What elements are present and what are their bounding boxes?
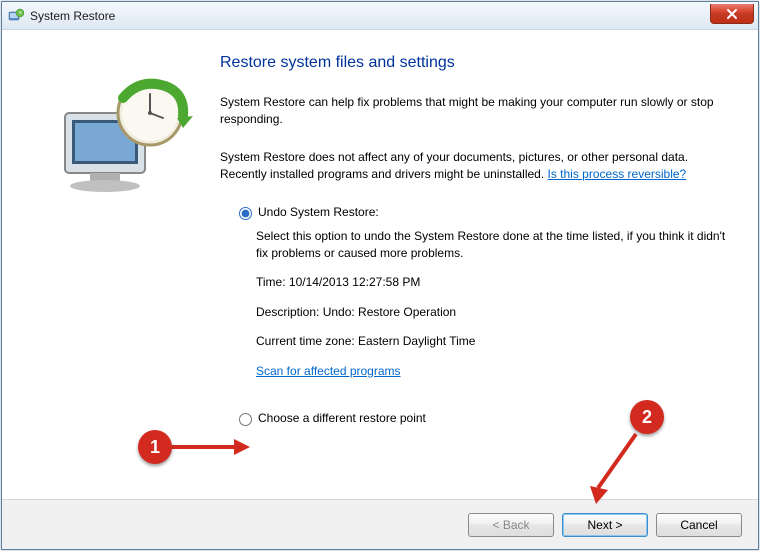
back-button[interactable]: < Back — [468, 513, 554, 537]
undo-description: Select this option to undo the System Re… — [256, 228, 730, 263]
undo-time: Time: 10/14/2013 12:27:58 PM — [256, 274, 730, 291]
undo-desc-line: Description: Undo: Restore Operation — [256, 304, 730, 321]
annotation-arrow-2 — [586, 430, 642, 506]
radio-undo[interactable] — [239, 207, 252, 220]
undo-tz: Current time zone: Eastern Daylight Time — [256, 333, 730, 350]
button-bar: < Back Next > Cancel — [2, 499, 758, 549]
annotation-arrow-1 — [172, 435, 252, 459]
annotation-badge-1: 1 — [138, 430, 172, 464]
wizard-image — [30, 54, 210, 499]
close-button[interactable] — [710, 4, 754, 24]
page-heading: Restore system files and settings — [220, 54, 730, 72]
radio-different[interactable] — [239, 413, 252, 426]
scan-affected-link[interactable]: Scan for affected programs — [256, 364, 401, 378]
radio-different-label: Choose a different restore point — [258, 411, 426, 425]
cancel-button[interactable]: Cancel — [656, 513, 742, 537]
next-button[interactable]: Next > — [562, 513, 648, 537]
radio-undo-label: Undo System Restore: — [258, 205, 379, 219]
option-undo-details: Select this option to undo the System Re… — [256, 228, 730, 380]
annotation-badge-2: 2 — [630, 400, 664, 434]
warning-text: System Restore does not affect any of yo… — [220, 149, 730, 184]
intro-text: System Restore can help fix problems tha… — [220, 94, 730, 129]
option-undo-row[interactable]: Undo System Restore: — [234, 204, 730, 220]
titlebar: System Restore — [2, 2, 758, 30]
reversible-link[interactable]: Is this process reversible? — [548, 167, 687, 181]
system-restore-window: System Restore — [1, 1, 759, 550]
window-title: System Restore — [30, 9, 115, 23]
system-restore-icon — [8, 8, 24, 24]
